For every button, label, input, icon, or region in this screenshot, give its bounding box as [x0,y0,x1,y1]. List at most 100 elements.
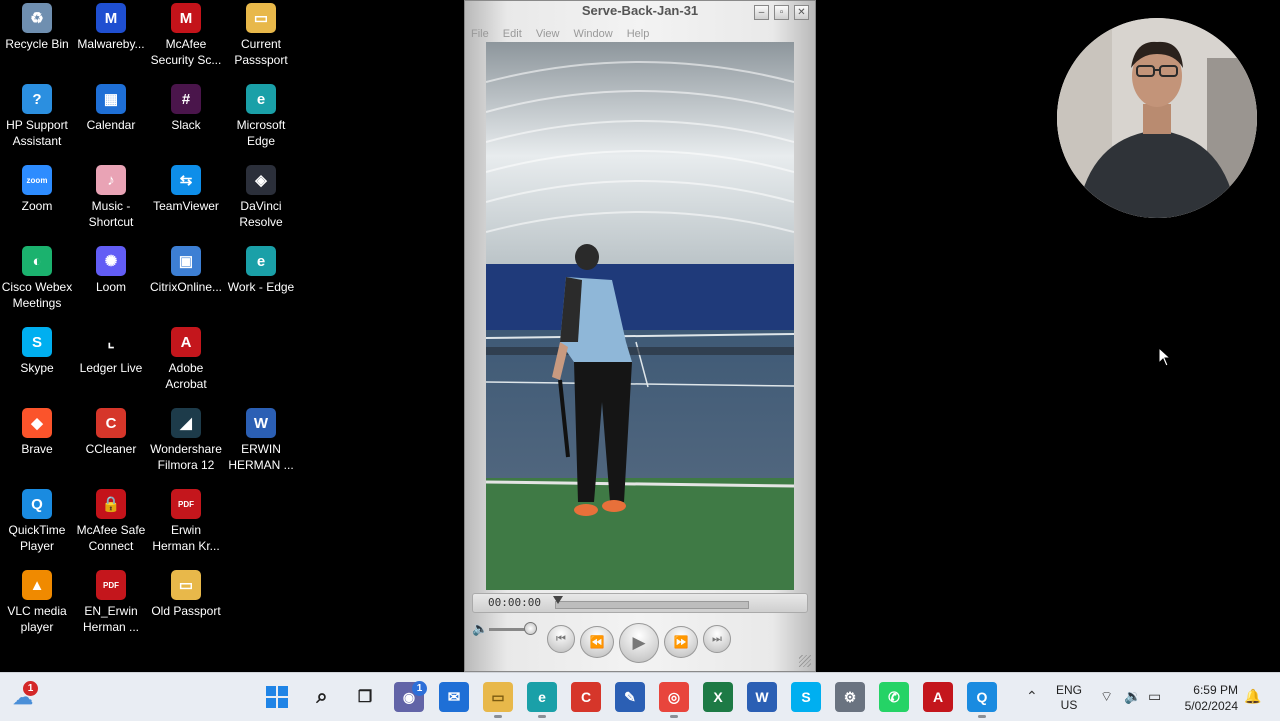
ccleaner-taskbar-icon[interactable]: C [571,682,601,712]
desktop-icon[interactable]: ♻ Recycle Bin [0,0,74,78]
desktop-icon[interactable]: ◐ Cisco Webex Meetings [0,243,74,321]
region-code: US [1060,698,1078,712]
fast-forward-button[interactable]: ⏩ [664,626,698,658]
teams-badge: 1 [412,681,427,696]
desktop-icon[interactable]: M Malwareby... [74,0,148,78]
desktop-icon[interactable]: ▣ CitrixOnline... [149,243,223,321]
webcam-person [1057,18,1257,218]
chrome-icon[interactable]: ◎ [659,682,689,718]
edge-taskbar-icon[interactable]: e [527,682,557,718]
desktop-icon[interactable]: ◢ Wondershare Filmora 12 [149,405,223,483]
davinci-icon: ◈ [246,165,276,195]
zoom-icon: zoom [22,165,52,195]
mcafee-icon: M [171,3,201,33]
desktop-icon-label: HP Support Assistant [6,118,68,148]
skype-taskbar-icon[interactable]: S [791,682,821,712]
go-to-start-button[interactable]: ⏮ [547,625,575,653]
desktop-icon[interactable]: ◈ DaVinci Resolve [224,162,298,240]
desktop-icon-label: CCleaner [85,442,137,456]
desktop-icon-label: CitrixOnline... [149,280,223,294]
desktop-icon-label: Skype [20,361,54,375]
ccleaner-icon: C [96,408,126,438]
task-view-icon[interactable]: ❐ [350,682,380,712]
menu-view[interactable]: View [536,28,560,40]
excel-icon[interactable]: X [703,682,733,712]
desktop-icon[interactable]: PDF Erwin Herman Kr... [149,486,223,564]
desktop-icon[interactable]: W ERWIN HERMAN ... [224,405,298,483]
desktop-icon-label: Calendar [86,118,136,132]
mouse-cursor-icon [1158,347,1172,367]
quicktime-taskbar-icon[interactable]: Q [967,682,997,718]
battery-icon[interactable]: ▭ [1148,688,1161,705]
settings-gear-icon[interactable]: ⚙ [835,682,865,712]
menu-edit[interactable]: Edit [503,28,522,40]
resize-grip-icon[interactable] [799,655,811,667]
desktop-icon-label: DaVinci Resolve [239,199,283,229]
desktop-icon[interactable]: ▭ Old Passport [149,567,223,645]
menu-bar: File Edit View Window Help [471,28,660,40]
desktop-icon[interactable]: C CCleaner [74,405,148,483]
wifi-icon[interactable]: ⌔ [1100,688,1113,706]
edge-icon: e [246,84,276,114]
go-to-end-button[interactable]: ⏭ [703,625,731,653]
desktop-icon-label: Brave [21,442,53,456]
desktop-icon[interactable]: S Skype [0,324,74,402]
word-icon[interactable]: W [747,682,777,712]
desktop-icon[interactable]: Q QuickTime Player [0,486,74,564]
desktop-icon[interactable]: 🔒 McAfee Safe Connect [74,486,148,564]
desktop-icon-label: EN_Erwin Herman ... [82,604,139,634]
draw-app-icon[interactable]: ✎ [615,682,645,712]
whatsapp-icon[interactable]: ✆ [879,682,909,712]
desktop-icon[interactable]: ▲ VLC media player [0,567,74,645]
desktop-icon[interactable]: ⌞ Ledger Live [74,324,148,402]
desktop-icon[interactable]: PDF EN_Erwin Herman ... [74,567,148,645]
video-frame[interactable] [486,42,794,590]
desktop-icon-label: Recycle Bin [5,37,69,51]
volume-tray-icon[interactable]: 🔉 [1124,688,1141,705]
volume-icon[interactable]: 🔈 [472,621,488,637]
minimize-button[interactable]: – [754,5,769,20]
volume-knob[interactable] [524,622,537,635]
language-indicator[interactable]: ENG US [1056,683,1082,713]
rewind-icon: ⏪ [589,635,605,649]
desktop-icon[interactable]: M McAfee Security Sc... [149,0,223,78]
word-doc-icon: W [246,408,276,438]
desktop-icon[interactable]: e Work - Edge [224,243,298,321]
desktop-icon[interactable]: e Microsoft Edge [224,81,298,159]
search-icon[interactable]: ⌕ [307,682,337,712]
desktop-icon-label: TeamViewer [153,199,219,213]
acrobat-taskbar-icon[interactable]: A [923,682,953,712]
timeline-track[interactable] [555,601,749,609]
playhead[interactable] [553,596,563,604]
loom-icon: ✺ [96,246,126,276]
desktop-icon[interactable]: ▦ Calendar [74,81,148,159]
desktop-icon[interactable]: ♪ Music - Shortcut [74,162,148,240]
menu-file[interactable]: File [471,28,489,40]
desktop-icon[interactable]: ◆ Brave [0,405,74,483]
clock-time: 6:59 PM [1193,683,1238,697]
desktop-icon-label: Erwin Herman Kr... [152,523,220,553]
maximize-button[interactable]: ▫ [774,5,789,20]
file-explorer-icon[interactable]: ▭ [483,682,513,718]
desktop-icon[interactable]: A Adobe Acrobat [149,324,223,402]
menu-help[interactable]: Help [627,28,650,40]
desktop-icon[interactable]: ✺ Loom [74,243,148,321]
start-button[interactable] [262,682,292,712]
desktop-icon[interactable]: ? HP Support Assistant [0,81,74,159]
desktop-icon[interactable]: ▭ Current Passsport [224,0,298,78]
desktop-icon[interactable]: # Slack [149,81,223,159]
video-content [486,42,794,590]
close-button[interactable]: ✕ [794,5,809,20]
desktop-icon[interactable]: ⇆ TeamViewer [149,162,223,240]
timeline-bar[interactable]: 00:00:00 [472,593,808,613]
rewind-button[interactable]: ⏪ [580,626,614,658]
desktop-icon[interactable]: zoom Zoom [0,162,74,240]
slack-icon: # [171,84,201,114]
clock[interactable]: 6:59 PM 5/02/2024 [1174,682,1238,714]
music-folder-icon: ♪ [96,165,126,195]
mail-icon[interactable]: ✉ [439,682,469,712]
menu-window[interactable]: Window [574,28,613,40]
play-button[interactable]: ▶ [619,623,659,663]
chevron-up-icon[interactable]: ⌃ [1026,688,1038,705]
notification-bell-icon[interactable]: 🔔 [1244,688,1261,705]
